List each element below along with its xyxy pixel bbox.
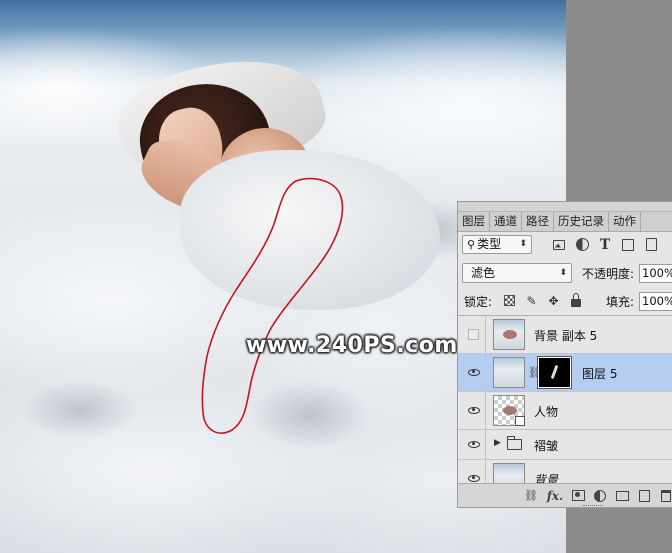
tab-layers[interactable]: 图层 [458, 212, 490, 231]
cloud-shadow [250, 380, 370, 450]
delete-icon[interactable] [660, 489, 672, 503]
add-mask-icon[interactable] [571, 489, 585, 503]
layer-name: 人物 [534, 405, 559, 419]
layer-thumbnail [493, 319, 525, 350]
smart-object-badge-icon [515, 416, 525, 426]
folder-icon [506, 436, 522, 450]
select-arrows-icon: ⬍ [519, 239, 527, 249]
new-layer-icon[interactable] [638, 489, 651, 503]
lock-all-icon[interactable] [568, 292, 583, 308]
fx-icon[interactable]: fx. [547, 489, 564, 503]
blend-mode-select[interactable]: 滤色 ⬍ [462, 263, 572, 283]
visibility-toggle[interactable] [462, 354, 486, 391]
watermark-text: www.240PS.com [246, 333, 458, 358]
layer-row-background-copy-5[interactable]: 背景 副本 5 [458, 316, 672, 354]
tab-actions[interactable]: 动作 [609, 212, 641, 231]
kind-filter-value: 类型 [477, 237, 502, 251]
smart-object-filter-icon[interactable] [642, 236, 660, 253]
link-icon[interactable]: ⛓ [524, 489, 538, 503]
fill-input[interactable]: 100% [639, 292, 672, 311]
select-arrows-icon: ⬍ [559, 268, 567, 278]
layer-row-person[interactable]: 人物 [458, 392, 672, 430]
visibility-toggle[interactable] [462, 460, 486, 485]
visibility-toggle[interactable] [462, 392, 486, 429]
layers-panel: 图层 通道 路径 历史记录 动作 ⚲ 类型 ⬍ T 滤色 ⬍ 不透明度: 100%… [457, 201, 672, 508]
panel-tabs: 图层 通道 路径 历史记录 动作 [458, 212, 672, 232]
visibility-toggle[interactable] [462, 430, 486, 459]
tab-channels[interactable]: 通道 [490, 212, 522, 231]
layer-thumbnail [493, 395, 525, 426]
eye-icon [467, 441, 480, 448]
filter-icons: T [550, 236, 660, 253]
tab-paths[interactable]: 路径 [522, 212, 554, 231]
eye-icon [467, 475, 480, 482]
layer-row-layer-5[interactable]: ⛓ 图层 5 [458, 354, 672, 392]
type-filter-icon[interactable]: T [596, 236, 614, 253]
layer-thumbnail [493, 357, 525, 388]
layer-list: 背景 副本 5 ⛓ 图层 5 人物 ▶ 褶皱 背景 [458, 315, 672, 485]
lock-label: 锁定: [464, 295, 493, 309]
visibility-toggle[interactable] [462, 316, 486, 353]
layer-row-background[interactable]: 背景 [458, 460, 672, 485]
lock-icons: ✎ ✥ [502, 292, 583, 308]
layer-row-wrinkles-group[interactable]: ▶ 褶皱 [458, 430, 672, 460]
shape-filter-icon[interactable] [619, 236, 637, 253]
opacity-label: 不透明度: [582, 267, 635, 281]
adjustment-layer-icon[interactable] [594, 489, 607, 503]
resize-grip[interactable] [583, 505, 603, 507]
layer-name: 褶皱 [534, 439, 559, 453]
layer-name: 图层 5 [582, 367, 618, 381]
cloud-blanket-image [180, 150, 440, 310]
kind-filter-select[interactable]: ⚲ 类型 ⬍ [462, 235, 532, 254]
eye-icon [467, 369, 480, 376]
panel-header-strip[interactable] [458, 202, 672, 212]
layer-thumbnail [493, 463, 525, 485]
search-icon: ⚲ [467, 238, 476, 251]
layer-name: 背景 副本 5 [534, 329, 598, 343]
cloud-shadow [20, 380, 140, 440]
eye-icon [467, 407, 480, 414]
lock-position-icon[interactable]: ✥ [546, 293, 561, 308]
image-filter-icon[interactable] [550, 236, 568, 253]
panel-bottom-toolbar: ⛓ fx. [458, 483, 672, 507]
lock-paint-icon[interactable]: ✎ [524, 293, 539, 308]
new-group-icon[interactable] [615, 489, 629, 503]
visibility-off-icon [468, 329, 479, 340]
adjustment-filter-icon[interactable] [573, 236, 591, 253]
expand-caret-icon[interactable]: ▶ [494, 438, 501, 448]
layer-mask-thumbnail[interactable] [537, 356, 572, 389]
tab-history[interactable]: 历史记录 [554, 212, 609, 231]
blend-mode-value: 滤色 [471, 266, 496, 280]
lock-transparent-icon[interactable] [502, 293, 517, 308]
opacity-input[interactable]: 100% [639, 264, 672, 283]
fill-label: 填充: [606, 295, 635, 309]
